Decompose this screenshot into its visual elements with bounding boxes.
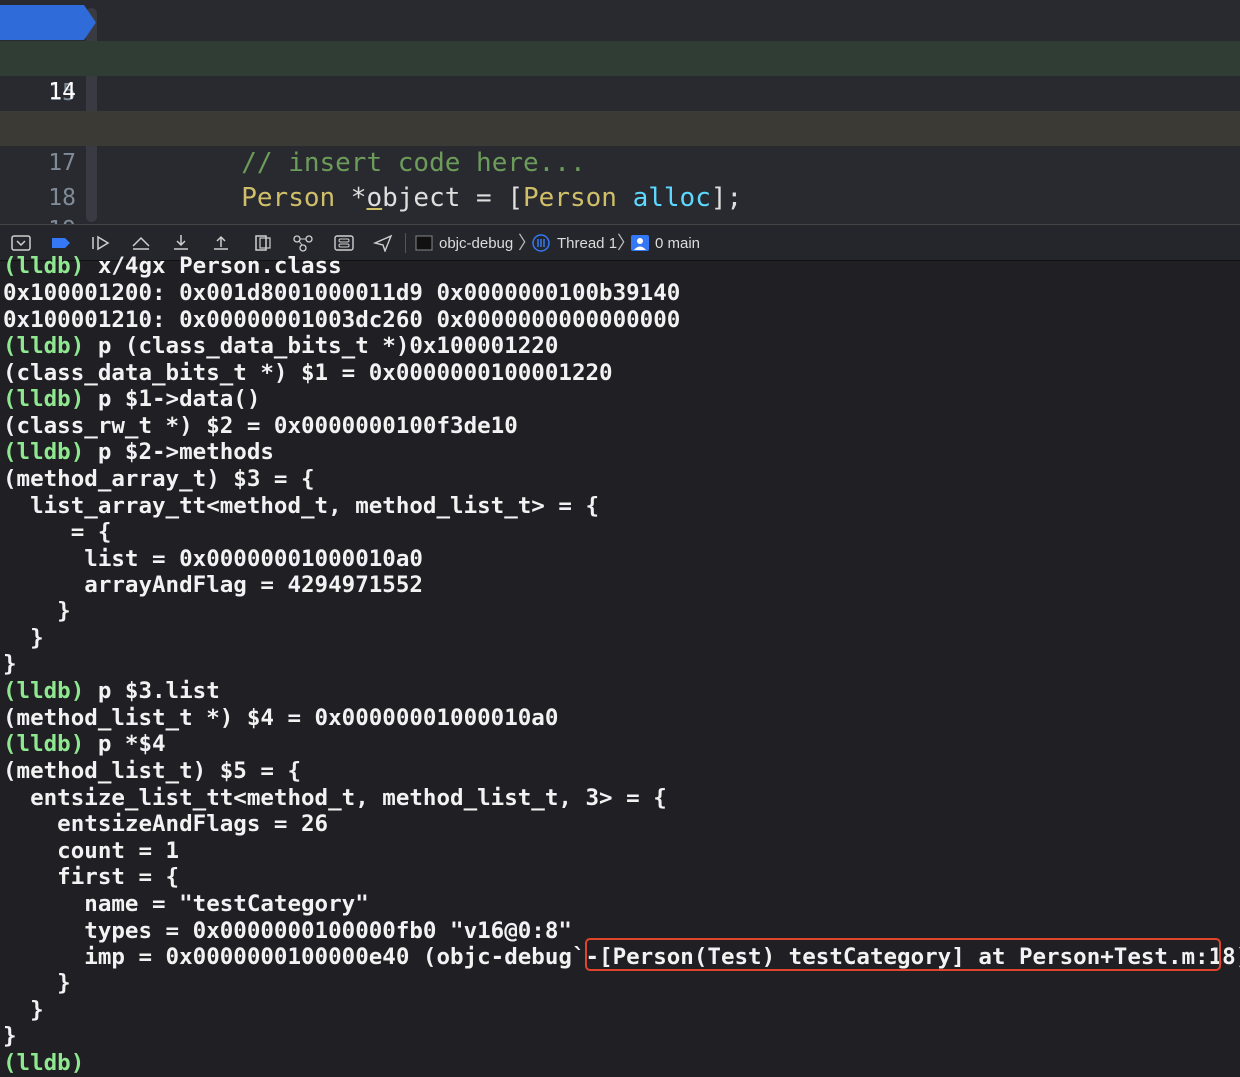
console-line: (method_list_t) $5 = {	[3, 758, 302, 784]
code-line-15[interactable]: 15 @autoreleasepool {	[0, 41, 1240, 143]
console-line: count = 1	[3, 838, 180, 864]
console-line: (lldb) p $3.list	[3, 678, 220, 704]
debug-view-hierarchy-icon[interactable]	[252, 234, 274, 252]
source-editor[interactable]: 14 int main(int argc, const char * argv[…	[0, 0, 1240, 224]
console-line: entsizeAndFlags = 26	[3, 811, 329, 837]
process-icon	[414, 234, 436, 252]
code-line-19[interactable]: 19 }	[0, 178, 1240, 224]
console-line: 0x100001210: 0x00000001003dc260 0x000000…	[3, 307, 681, 333]
hide-debug-area-icon[interactable]	[10, 234, 32, 252]
breadcrumb-process[interactable]: objc-debug	[439, 225, 513, 262]
console-line: }	[3, 997, 44, 1023]
highlight-annotation-box	[585, 938, 1221, 971]
step-over-icon[interactable]	[130, 234, 152, 252]
console-line: }	[3, 598, 71, 624]
console-line: }	[3, 970, 71, 996]
line-number: 19	[0, 213, 76, 224]
console-input-line[interactable]: (lldb)	[3, 1050, 98, 1077]
current-line-indicator[interactable]	[0, 5, 96, 40]
console-line: (method_array_t) $3 = {	[3, 466, 315, 492]
console-line: (method_list_t *) $4 = 0x00000001000010a…	[3, 705, 559, 731]
stack-frame-icon	[630, 234, 652, 252]
breakpoints-toggle-icon[interactable]	[50, 234, 72, 252]
console-line: = {	[3, 519, 112, 545]
console-line: 0x100001200: 0x001d8001000011d9 0x000000…	[3, 280, 681, 306]
breadcrumb-frame[interactable]: 0 main	[655, 225, 700, 262]
console-line: }	[3, 625, 44, 651]
console-line: first = {	[3, 864, 180, 890]
console-line: types = 0x0000000100000fb0 "v16@0:8"	[3, 918, 572, 944]
line-number: 14	[48, 79, 76, 105]
thread-icon	[531, 234, 553, 252]
memory-graph-icon[interactable]	[292, 234, 314, 252]
simulate-location-icon[interactable]	[372, 234, 394, 254]
console-line: (class_data_bits_t *) $1 = 0x00000001000…	[3, 360, 613, 386]
console-line: }	[3, 1023, 17, 1049]
code-line-16[interactable]: 16 // insert code here...	[0, 76, 1240, 178]
console-line: list = 0x00000001000010a0	[3, 546, 423, 572]
environment-overrides-icon[interactable]	[333, 234, 355, 252]
console-line: (class_rw_t *) $2 = 0x0000000100f3de10	[3, 413, 518, 439]
console-line: entsize_list_tt<method_t, method_list_t,…	[3, 785, 667, 811]
toolbar-divider	[405, 233, 406, 253]
console-line: (lldb) p $1->data()	[3, 386, 261, 412]
code-line-18[interactable]: 18	[0, 146, 1240, 211]
breadcrumb-thread[interactable]: Thread 1	[557, 225, 617, 262]
console-line: (lldb) p (class_data_bits_t *)0x10000122…	[3, 333, 559, 359]
console-line: }	[3, 651, 17, 677]
console-line: (lldb) p $2->methods	[3, 439, 274, 465]
step-out-icon[interactable]	[210, 234, 232, 252]
console-line: list_array_tt<method_t, method_list_t> =…	[3, 493, 600, 519]
code-line-14[interactable]: 14 int main(int argc, const char * argv[…	[0, 5, 1240, 142]
step-into-icon[interactable]	[170, 234, 192, 252]
console-line: name = "testCategory"	[3, 891, 369, 917]
code-line-17[interactable]: 17 Person *object = [Person alloc];	[0, 111, 1240, 213]
console-line: (lldb) p *$4	[3, 731, 166, 757]
console-line: arrayAndFlag = 4294971552	[3, 572, 423, 598]
continue-icon[interactable]	[90, 234, 112, 252]
console-line: (lldb) x/4gx Person.class	[3, 253, 342, 279]
